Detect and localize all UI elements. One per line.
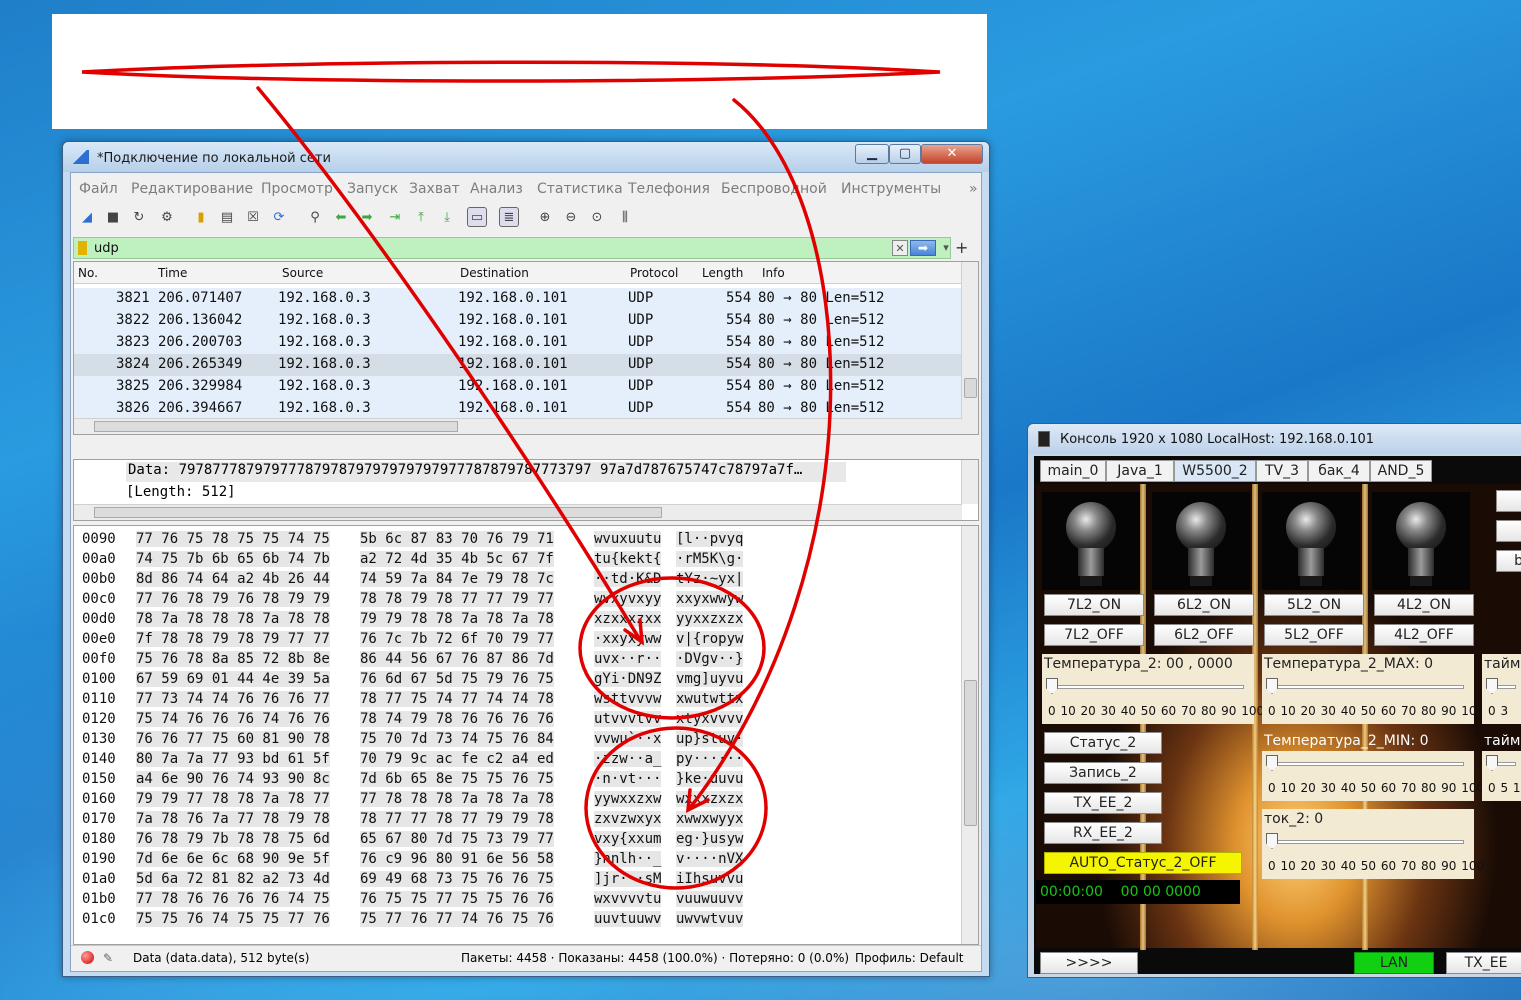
underline-ellipse — [81, 60, 941, 83]
highlight-circle-1 — [578, 576, 766, 720]
red-annotation-overlay — [81, 60, 941, 890]
arrow-line-1 — [256, 86, 642, 642]
arrow-line-2 — [688, 98, 833, 810]
highlight-circle-2 — [584, 726, 768, 890]
